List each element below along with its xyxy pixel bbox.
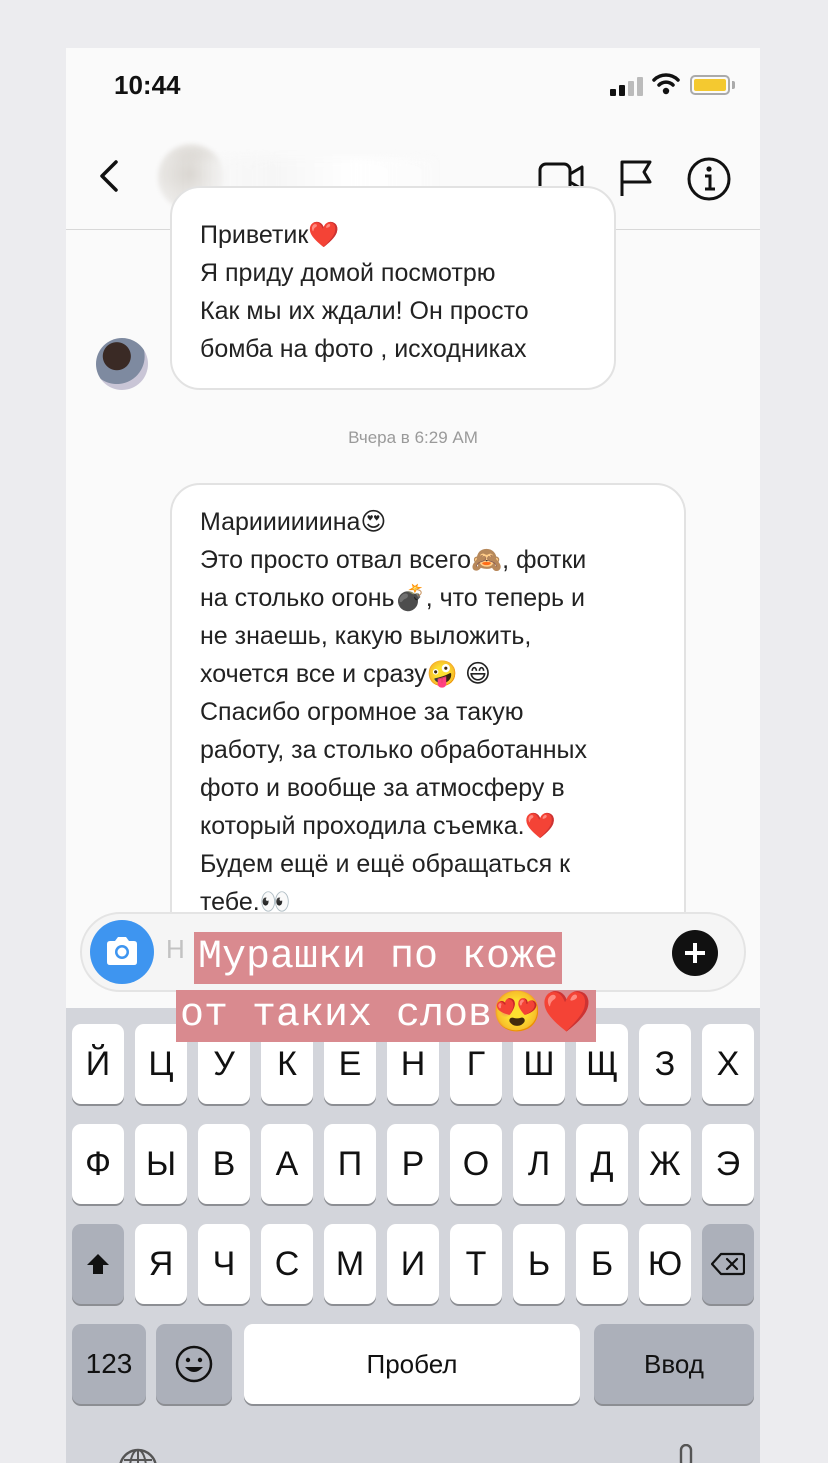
shift-arrow-icon bbox=[87, 1254, 109, 1274]
key[interactable]: Х bbox=[702, 1024, 754, 1104]
message-input[interactable]: Н bbox=[166, 934, 185, 965]
key[interactable]: Ж bbox=[639, 1124, 691, 1204]
key[interactable]: П bbox=[324, 1124, 376, 1204]
message-line: который проходила съемка.❤️ bbox=[200, 812, 556, 840]
message-line: Будем ещё и ещё обращаться к bbox=[200, 850, 571, 878]
emoji-key[interactable] bbox=[156, 1324, 232, 1404]
status-time: 10:44 bbox=[114, 70, 181, 100]
story-caption-line-2: от таких слов😍❤️ bbox=[176, 990, 596, 1042]
key[interactable]: И bbox=[387, 1224, 439, 1304]
key[interactable]: Э bbox=[702, 1124, 754, 1204]
wifi-icon bbox=[652, 73, 680, 95]
message-line: работу, за столько обработанных bbox=[200, 736, 587, 764]
key[interactable]: Р bbox=[387, 1124, 439, 1204]
key[interactable]: Л bbox=[513, 1124, 565, 1204]
battery-tip bbox=[732, 81, 735, 89]
backspace-icon bbox=[711, 1252, 745, 1276]
message-line: хочется все и сразу🤪 😄 bbox=[200, 660, 491, 688]
camera-button[interactable] bbox=[90, 920, 154, 984]
key[interactable]: В bbox=[198, 1124, 250, 1204]
message-line: фото и вообще за атмосферу в bbox=[200, 774, 565, 802]
backspace-key[interactable] bbox=[702, 1224, 754, 1304]
message-line: Мариииииина😍 bbox=[200, 508, 387, 536]
message-line: Я приду домой посмотрю bbox=[200, 259, 496, 287]
message-line: Как мы их ждали! Он просто bbox=[200, 297, 529, 325]
key[interactable]: Й bbox=[72, 1024, 124, 1104]
space-key[interactable]: Пробел bbox=[244, 1324, 580, 1404]
story-caption-line-1: Мурашки по коже bbox=[194, 932, 563, 984]
message-line: Спасибо огромное за такую bbox=[200, 698, 524, 726]
battery-icon bbox=[690, 75, 730, 95]
message-bubble-incoming[interactable]: Мариииииина😍 Это просто отвал всего🙈, фо… bbox=[170, 483, 686, 983]
message-timestamp: Вчера в 6:29 AM bbox=[348, 428, 478, 447]
key[interactable]: Я bbox=[135, 1224, 187, 1304]
key[interactable]: Б bbox=[576, 1224, 628, 1304]
message-bubble-incoming[interactable]: Приветик❤️ Я приду домой посмотрю Как мы… bbox=[170, 186, 616, 390]
story-frame-left bbox=[0, 0, 66, 1463]
key[interactable]: Ь bbox=[513, 1224, 565, 1304]
key[interactable]: Ф bbox=[72, 1124, 124, 1204]
return-key[interactable]: Ввод bbox=[594, 1324, 754, 1404]
back-chevron-icon[interactable] bbox=[92, 156, 132, 196]
key[interactable]: С bbox=[261, 1224, 313, 1304]
keyboard: Й Ц У К Е Н Г Ш Щ З Х Ф Ы В А П Р О Л Д … bbox=[66, 1008, 760, 1463]
key[interactable]: А bbox=[261, 1124, 313, 1204]
sender-avatar[interactable] bbox=[96, 338, 148, 390]
key[interactable]: Ч bbox=[198, 1224, 250, 1304]
key[interactable]: Д bbox=[576, 1124, 628, 1204]
cellular-signal-icon bbox=[610, 76, 644, 96]
shift-key[interactable] bbox=[72, 1224, 124, 1304]
message-line: Это просто отвал всего🙈, фотки bbox=[200, 546, 587, 574]
key[interactable]: Ы bbox=[135, 1124, 187, 1204]
flag-icon[interactable] bbox=[616, 158, 656, 198]
microphone-icon[interactable] bbox=[676, 1444, 696, 1463]
story-frame-right bbox=[760, 0, 828, 1463]
key[interactable]: О bbox=[450, 1124, 502, 1204]
message-line: на столько огонь💣, что теперь и bbox=[200, 584, 585, 612]
info-icon[interactable] bbox=[686, 156, 732, 202]
numbers-key[interactable]: 123 bbox=[72, 1324, 146, 1404]
message-line: Приветик❤️ bbox=[200, 221, 340, 249]
story-frame-top bbox=[0, 0, 828, 48]
emoji-smiley-icon bbox=[175, 1345, 213, 1383]
key[interactable]: З bbox=[639, 1024, 691, 1104]
message-line: бомба на фото , исходниках bbox=[200, 335, 527, 363]
message-line: не знаешь, какую выложить, bbox=[200, 622, 532, 650]
key[interactable]: Ю bbox=[639, 1224, 691, 1304]
phone-screen: 10:44 Приветик❤️ Я приду домой посмотрю … bbox=[66, 48, 760, 1463]
key[interactable]: М bbox=[324, 1224, 376, 1304]
key[interactable]: Т bbox=[450, 1224, 502, 1304]
globe-icon[interactable] bbox=[118, 1448, 158, 1463]
camera-icon bbox=[107, 937, 137, 965]
add-media-button[interactable] bbox=[672, 930, 718, 976]
